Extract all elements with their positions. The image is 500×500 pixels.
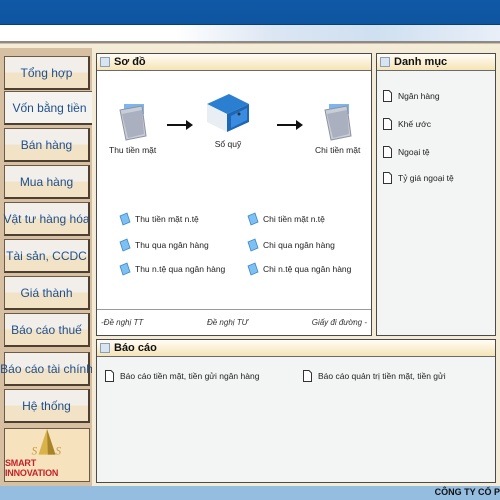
sidebar-item-label: Tổng hợp <box>20 65 73 80</box>
blue-document-icon <box>119 262 131 276</box>
link-thu-nte-qua-ngan-hang[interactable]: Thu n.tệ qua ngân hàng <box>119 262 225 276</box>
sidebar-item-label: Báo cáo thuế <box>11 322 82 337</box>
danhmuc-label: Ngân hàng <box>398 91 440 101</box>
danhmuc-header: Danh mục <box>377 54 495 71</box>
de-nghi-tt-link[interactable]: -Đề nghị TT <box>101 318 143 327</box>
de-nghi-tu-link[interactable]: Đề nghị TƯ <box>207 318 248 327</box>
danhmuc-panel: Danh mục Ngân hàng Khế ước Ngoại tệ Tỷ g… <box>376 53 496 336</box>
page-icon <box>383 118 392 130</box>
page-icon <box>383 172 392 184</box>
sidebar-item-label: Bán hàng <box>20 137 73 152</box>
sidebar-item-label: Giá thành <box>20 285 73 300</box>
sidebar-item-von-bang-tien[interactable]: Vốn bằng tiền <box>4 91 94 125</box>
sidebar-item-label: Báo cáo tài chính <box>0 361 93 376</box>
page-icon <box>383 146 392 158</box>
sodo-header: Sơ đồ <box>97 54 371 71</box>
sidebar-item-label: Hệ thống <box>22 398 71 413</box>
blue-document-icon <box>247 238 259 252</box>
danhmuc-label: Tỷ giá ngoại tệ <box>398 173 454 183</box>
sidebar-item-he-thong[interactable]: Hệ thống <box>4 389 90 423</box>
report-label: Báo cáo quản trị tiền mặt, tiền gửi <box>318 371 446 381</box>
sidebar: Tổng hợp Vốn bằng tiền Bán hàng Mua hàng… <box>0 48 94 486</box>
page-icon <box>303 370 312 382</box>
link-label: Chi tiền mặt n.tệ <box>263 214 325 224</box>
sidebar-item-gia-thanh[interactable]: Giá thành <box>4 276 90 310</box>
svg-text:S: S <box>32 446 38 458</box>
sidebar-item-mua-hang[interactable]: Mua hàng <box>4 165 90 199</box>
page-icon <box>105 370 114 382</box>
link-label: Thu n.tệ qua ngân hàng <box>135 264 226 274</box>
flow-chi-tien-mat[interactable]: Chi tiền mặt <box>315 102 360 155</box>
sidebar-item-label: Mua hàng <box>19 174 74 189</box>
link-label: Thu tiền mặt n.tệ <box>135 214 199 224</box>
banner-bar <box>0 25 500 43</box>
link-label: Chi qua ngân hàng <box>263 240 335 250</box>
diagram-icon <box>100 57 110 67</box>
sidebar-item-tong-hop[interactable]: Tổng hợp <box>4 56 90 90</box>
danhmuc-item-ty-gia-ngoai-te[interactable]: Tỷ giá ngoại tệ <box>383 172 454 184</box>
page-icon <box>383 90 392 102</box>
report-label: Báo cáo tiền mặt, tiền gửi ngân hàng <box>120 371 260 381</box>
flow-so-quy[interactable]: Sổ quỹ <box>203 90 253 149</box>
link-chi-tien-mat-nte[interactable]: Chi tiền mặt n.tệ <box>247 212 325 226</box>
danhmuc-label: Khế ước <box>398 119 431 129</box>
report-tien-mat-tien-gui[interactable]: Báo cáo tiền mặt, tiền gửi ngân hàng <box>105 370 259 382</box>
arrow-right-icon <box>277 120 303 130</box>
sodo-panel: Sơ đồ Thu tiền mặt Sổ quỹ Chi tiền mặt T… <box>96 53 372 336</box>
danhmuc-label: Ngoại tệ <box>398 147 430 157</box>
svg-text:S: S <box>56 446 62 458</box>
flow-label: Sổ quỹ <box>214 139 242 149</box>
baocao-panel: Báo cáo Báo cáo tiền mặt, tiền gửi ngân … <box>96 339 496 483</box>
danhmuc-item-ngan-hang[interactable]: Ngân hàng <box>383 90 440 102</box>
link-thu-tien-mat-nte[interactable]: Thu tiền mặt n.tệ <box>119 212 199 226</box>
link-thu-qua-ngan-hang[interactable]: Thu qua ngân hàng <box>119 238 209 252</box>
link-label: Chi n.tệ qua ngân hàng <box>263 264 352 274</box>
sodo-title: Sơ đồ <box>114 56 146 68</box>
sidebar-item-label: Tài sản, CCDC <box>6 248 87 263</box>
logo-pyramid-icon: S S <box>32 429 62 458</box>
document-folder-icon <box>119 104 147 141</box>
title-bar <box>0 0 500 25</box>
blue-document-icon <box>119 238 131 252</box>
blue-document-icon <box>119 212 131 226</box>
flow-label: Thu tiền mặt <box>109 145 157 155</box>
sidebar-item-tai-san-ccdc[interactable]: Tài sản, CCDC <box>4 239 90 273</box>
status-bar: CÔNG TY CỔ P <box>0 486 500 500</box>
sidebar-item-vat-tu-hang-hoa[interactable]: Vật tư hàng hóa <box>3 202 90 236</box>
danhmuc-item-ngoai-te[interactable]: Ngoại tệ <box>383 146 430 158</box>
arrow-right-icon <box>167 120 193 130</box>
catalog-icon <box>380 57 390 67</box>
blue-document-icon <box>247 262 259 276</box>
logo-text: SMART INNOVATION <box>5 458 59 478</box>
blue-document-icon <box>247 212 259 226</box>
link-chi-nte-qua-ngan-hang[interactable]: Chi n.tệ qua ngân hàng <box>247 262 351 276</box>
flow-label: Chi tiền mặt <box>315 145 361 155</box>
binder-icon <box>207 94 249 132</box>
document-folder-icon <box>324 104 352 141</box>
report-quan-tri-tien-mat[interactable]: Báo cáo quản trị tiền mặt, tiền gửi <box>303 370 446 382</box>
sidebar-item-label: Vốn bằng tiền <box>12 100 87 115</box>
sidebar-item-bao-cao-tai-chinh[interactable]: Báo cáo tài chính <box>0 352 93 386</box>
company-name: CÔNG TY CỔ P <box>434 487 500 497</box>
main-area: Sơ đồ Thu tiền mặt Sổ quỹ Chi tiền mặt T… <box>92 48 500 486</box>
sidebar-item-label: Vật tư hàng hóa <box>3 211 90 226</box>
danhmuc-item-khe-uoc[interactable]: Khế ước <box>383 118 431 130</box>
sodo-footer: -Đề nghị TT Đề nghị TƯ Giấy đi đường - <box>97 309 371 335</box>
report-icon <box>100 343 110 353</box>
giay-di-duong-link[interactable]: Giấy đi đường - <box>312 318 367 327</box>
baocao-title: Báo cáo <box>114 342 157 354</box>
link-chi-qua-ngan-hang[interactable]: Chi qua ngân hàng <box>247 238 335 252</box>
link-label: Thu qua ngân hàng <box>135 240 209 250</box>
company-logo: S S SMART INNOVATION <box>4 428 90 482</box>
danhmuc-title: Danh mục <box>394 56 448 68</box>
sidebar-item-ban-hang[interactable]: Bán hàng <box>4 128 90 162</box>
baocao-header: Báo cáo <box>97 340 495 357</box>
flow-thu-tien-mat[interactable]: Thu tiền mặt <box>109 102 156 155</box>
sidebar-item-bao-cao-thue[interactable]: Báo cáo thuế <box>4 313 90 347</box>
